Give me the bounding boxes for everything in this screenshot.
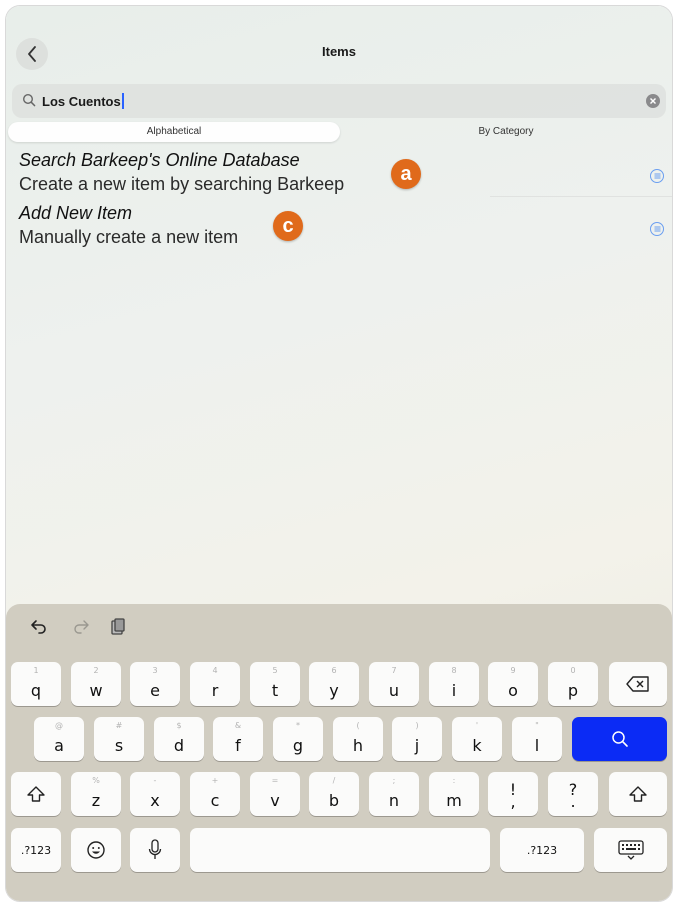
annotation-badge: c <box>273 211 303 241</box>
key-c[interactable]: + c <box>190 772 240 816</box>
key-u[interactable]: 7u <box>369 662 419 706</box>
search-icon <box>22 93 36 107</box>
key-x[interactable]: -x <box>130 772 180 816</box>
shift-icon <box>629 786 647 802</box>
key-n[interactable]: ; n <box>369 772 419 816</box>
info-lines-icon <box>654 226 660 232</box>
key-f[interactable]: & f <box>213 717 263 761</box>
key-j[interactable]: ) j <box>392 717 442 761</box>
keyboard-toolbar <box>6 604 672 652</box>
backspace-key[interactable] <box>609 662 667 706</box>
key-b[interactable]: / b <box>309 772 359 816</box>
key-d[interactable]: $ d <box>154 717 204 761</box>
list-item-title: Search Barkeep's Online Database <box>19 150 300 170</box>
microphone-icon <box>148 839 162 859</box>
search-key[interactable] <box>572 717 667 761</box>
paste-icon[interactable] <box>110 618 126 641</box>
search-icon <box>611 731 628 747</box>
onscreen-keyboard: 1q 2w 3e 4r 5t 6y 7u 8i 9o 0p @ a # s $ d &… <box>6 604 672 901</box>
key-h[interactable]: (h <box>333 717 383 761</box>
text-cursor <box>121 93 124 109</box>
key-q[interactable]: 1q <box>11 662 61 706</box>
list-item-add-new[interactable]: Add New Item Manually create a new item … <box>6 203 672 251</box>
app-screen: Items Los Cuentos Alphabetical By Catego… <box>6 6 672 901</box>
redo-icon[interactable] <box>72 618 90 639</box>
key-e[interactable]: 3e <box>130 662 180 706</box>
numbers-key-right[interactable]: .?123 <box>500 828 584 872</box>
search-field[interactable]: Los Cuentos <box>12 84 666 118</box>
info-button[interactable] <box>650 169 664 183</box>
info-button[interactable] <box>650 222 664 236</box>
keyboard-dismiss-icon <box>617 840 644 860</box>
list-item-subtitle: Manually create a new item <box>19 227 239 247</box>
key-m[interactable]: :m <box>429 772 479 816</box>
segment-by-category[interactable]: By Category <box>342 122 670 142</box>
space-key[interactable] <box>190 828 490 872</box>
nav-header: Items <box>6 6 672 82</box>
list-item-search-online[interactable]: Search Barkeep's Online Database Create … <box>6 150 672 198</box>
key-s[interactable]: # s <box>94 717 144 761</box>
annotation-badge: a <box>391 159 421 189</box>
key-i[interactable]: 8i <box>429 662 479 706</box>
key-a[interactable]: @ a <box>34 717 84 761</box>
key-p[interactable]: 0p <box>548 662 598 706</box>
search-input-text[interactable]: Los Cuentos <box>42 93 124 109</box>
page-title: Items <box>322 44 356 59</box>
list-item-subtitle: Create a new item by searching Barkeep <box>19 174 345 194</box>
key-r[interactable]: 4r <box>190 662 240 706</box>
numbers-key-left[interactable]: .?123 <box>11 828 61 872</box>
shift-icon <box>27 786 45 802</box>
search-input-value: Los Cuentos <box>42 94 121 109</box>
key-w[interactable]: 2w <box>71 662 121 706</box>
sort-segmented-control: Alphabetical By Category <box>6 122 672 142</box>
shift-key-right[interactable] <box>609 772 667 816</box>
clear-x-icon <box>650 98 656 104</box>
key-question-period[interactable]: ? . <box>548 772 598 816</box>
key-g[interactable]: * g <box>273 717 323 761</box>
dictation-key[interactable] <box>130 828 180 872</box>
key-k[interactable]: ' k <box>452 717 502 761</box>
key-l[interactable]: " l <box>512 717 562 761</box>
list-item-title: Add New Item <box>19 203 133 223</box>
hide-keyboard-key[interactable] <box>594 828 667 872</box>
key-v[interactable]: = v <box>250 772 300 816</box>
key-t[interactable]: 5t <box>250 662 300 706</box>
emoji-icon <box>87 841 105 859</box>
clear-search-button[interactable] <box>646 94 660 108</box>
info-lines-icon <box>654 173 660 179</box>
divider <box>490 196 672 197</box>
key-z[interactable]: % z <box>71 772 121 816</box>
key-y[interactable]: 6y <box>309 662 359 706</box>
segment-alphabetical[interactable]: Alphabetical <box>8 122 340 142</box>
undo-icon[interactable] <box>30 618 48 639</box>
emoji-key[interactable] <box>71 828 121 872</box>
key-exclamation-comma[interactable]: ! , <box>488 772 538 816</box>
shift-key-left[interactable] <box>11 772 61 816</box>
key-o[interactable]: 9o <box>488 662 538 706</box>
backspace-icon <box>626 676 649 692</box>
